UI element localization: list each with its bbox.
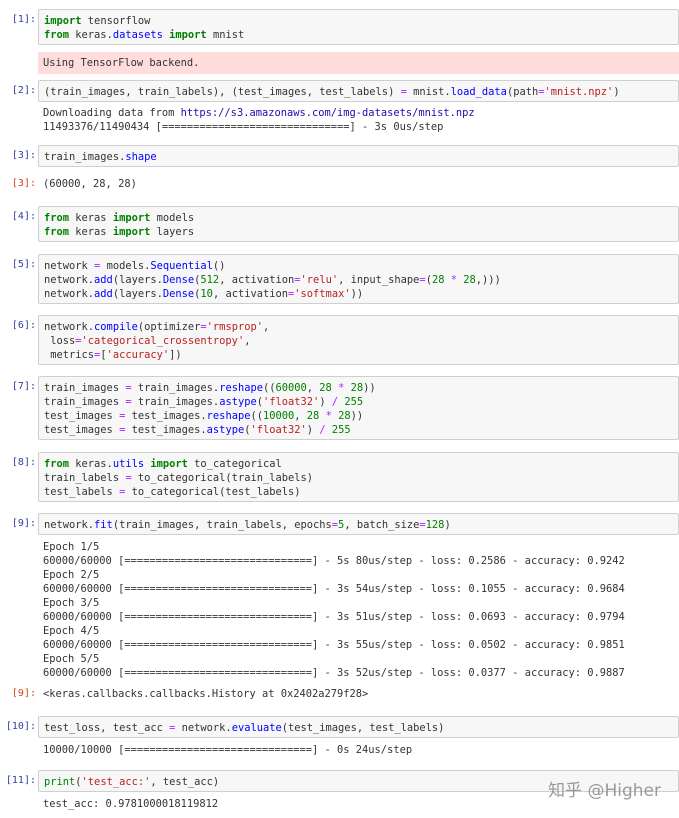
code-line: from keras.utils import to_categorical <box>44 458 282 470</box>
stderr-output: Using TensorFlow backend. <box>38 52 679 74</box>
code-line: loss='categorical_crossentropy', <box>44 335 251 347</box>
input-prompt: [5]: <box>11 259 36 270</box>
code-line: metrics=['accuracy']) <box>44 349 182 361</box>
code-input[interactable]: import tensorflow from keras.datasets im… <box>38 9 679 45</box>
stream-line: 60000/60000 [===========================… <box>43 583 625 595</box>
stream-line: Epoch 1/5 <box>43 541 100 553</box>
input-prompt: [9]: <box>11 518 36 529</box>
code-input[interactable]: network.compile(optimizer='rmsprop', los… <box>38 315 679 365</box>
code-line: test_images = test_images.astype('float3… <box>44 424 351 436</box>
download-link: https://s3.amazonaws.com/img-datasets/mn… <box>180 107 475 119</box>
code-line: (train_images, train_labels), (test_imag… <box>44 86 620 98</box>
code-input[interactable]: network = models.Sequential() network.ad… <box>38 254 679 304</box>
stream-line: 11493376/11490434 [=====================… <box>43 121 444 133</box>
input-prompt: [10]: <box>5 721 36 732</box>
stream-line: 60000/60000 [===========================… <box>43 611 625 623</box>
stream-output: Downloading data from https://s3.amazona… <box>43 106 679 134</box>
code-input[interactable]: from keras import models from keras impo… <box>38 206 679 242</box>
code-line: test_labels = to_categorical(test_labels… <box>44 486 301 498</box>
code-line: train_images = train_images.astype('floa… <box>44 396 364 408</box>
input-prompt: [2]: <box>11 85 36 96</box>
code-input[interactable]: train_images.shape <box>38 145 679 167</box>
stream-line: 10000/10000 [===========================… <box>43 744 413 756</box>
input-prompt: [8]: <box>11 457 36 468</box>
code-line: from keras.datasets import mnist <box>44 29 245 41</box>
execute-result: (60000, 28, 28) <box>43 177 679 191</box>
result-line: <keras.callbacks.callbacks.History at 0x… <box>43 688 369 700</box>
stream-line: Epoch 5/5 <box>43 653 100 665</box>
code-line: import tensorflow <box>44 15 151 27</box>
stream-line: 60000/60000 [===========================… <box>43 639 625 651</box>
code-input[interactable]: (train_images, train_labels), (test_imag… <box>38 80 679 102</box>
result-line: (60000, 28, 28) <box>43 178 137 190</box>
code-input[interactable]: train_images = train_images.reshape((600… <box>38 376 679 440</box>
input-prompt: [11]: <box>5 775 36 786</box>
code-line: network.fit(train_images, train_labels, … <box>44 519 451 531</box>
input-prompt: [1]: <box>11 14 36 25</box>
stream-line: 60000/60000 [===========================… <box>43 667 625 679</box>
code-line: network.compile(optimizer='rmsprop', <box>44 321 270 333</box>
stream-output: 10000/10000 [===========================… <box>43 743 679 757</box>
input-prompt: [3]: <box>11 150 36 161</box>
execute-result: <keras.callbacks.callbacks.History at 0x… <box>43 687 679 701</box>
code-input[interactable]: network.fit(train_images, train_labels, … <box>38 513 679 535</box>
code-line: train_images.shape <box>44 151 157 163</box>
input-prompt: [4]: <box>11 211 36 222</box>
code-input[interactable]: from keras.utils import to_categorical t… <box>38 452 679 502</box>
code-line: test_images = test_images.reshape((10000… <box>44 410 364 422</box>
code-line: test_loss, test_acc = network.evaluate(t… <box>44 722 445 734</box>
watermark: 知乎 @Higher <box>548 781 661 801</box>
code-line: network.add(layers.Dense(512, activation… <box>44 274 501 286</box>
code-line: network = models.Sequential() <box>44 260 226 272</box>
output-prompt: [9]: <box>11 688 36 699</box>
code-line: from keras import layers <box>44 226 195 238</box>
stream-line: 60000/60000 [===========================… <box>43 555 625 567</box>
stream-line: Downloading data from https://s3.amazona… <box>43 107 475 119</box>
code-line: train_images = train_images.reshape((600… <box>44 382 376 394</box>
stream-line: Epoch 3/5 <box>43 597 100 609</box>
stderr-line: Using TensorFlow backend. <box>43 57 200 69</box>
code-input[interactable]: test_loss, test_acc = network.evaluate(t… <box>38 716 679 738</box>
input-prompt: [6]: <box>11 320 36 331</box>
code-line: from keras import models <box>44 212 195 224</box>
code-line: network.add(layers.Dense(10, activation=… <box>44 288 364 300</box>
output-prompt: [3]: <box>11 178 36 189</box>
code-line: train_labels = to_categorical(train_labe… <box>44 472 314 484</box>
stream-line: Epoch 2/5 <box>43 569 100 581</box>
stream-output: Epoch 1/5 60000/60000 [=================… <box>43 540 679 680</box>
input-prompt: [7]: <box>11 381 36 392</box>
stream-line: Epoch 4/5 <box>43 625 100 637</box>
